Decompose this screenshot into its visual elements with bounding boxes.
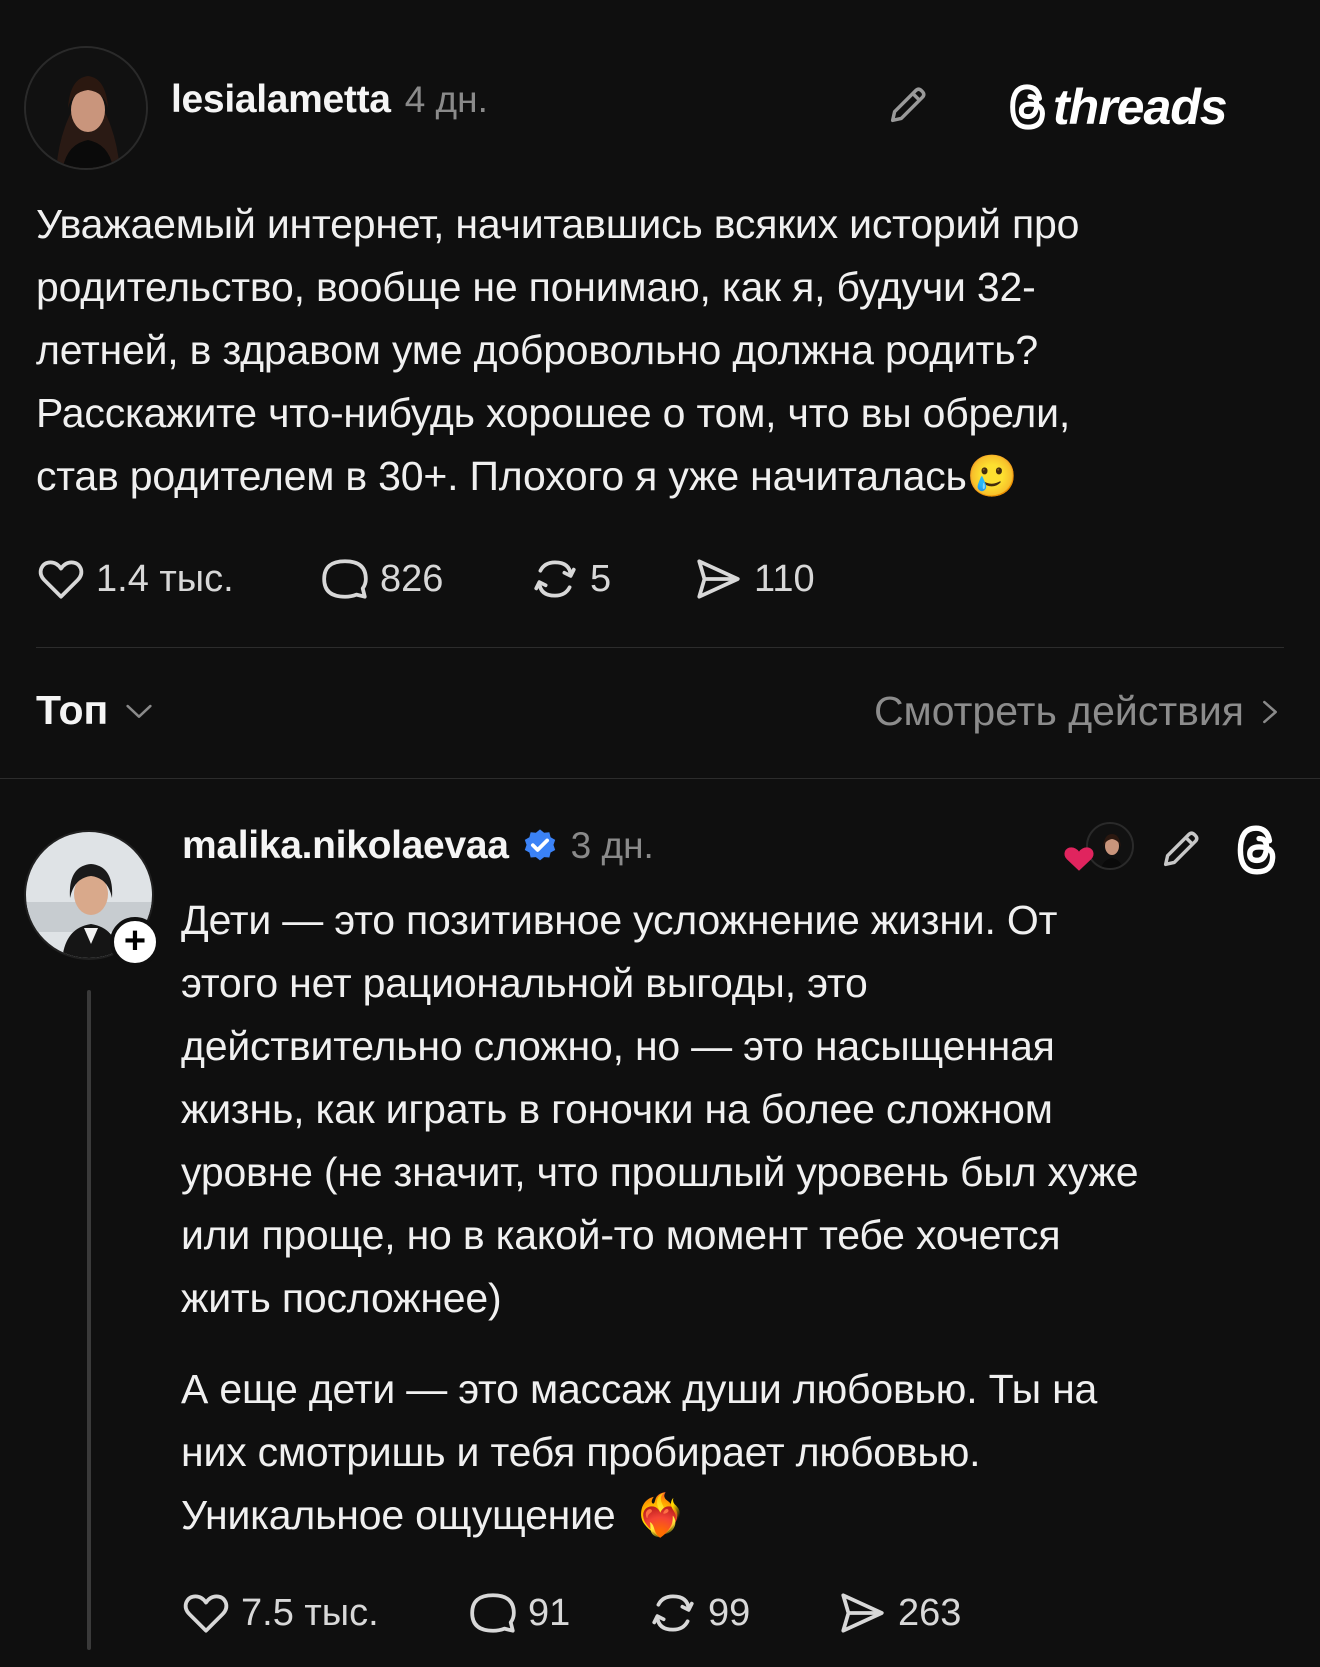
comment-count: 826 bbox=[380, 557, 444, 600]
post-divider bbox=[36, 647, 1284, 648]
threads-logo: threads bbox=[1005, 78, 1228, 136]
like-button[interactable]: 1.4 тыс. bbox=[36, 554, 234, 604]
reply-comment-count: 91 bbox=[528, 1591, 571, 1634]
post-line-last: став родителем в 30+. Плохого я уже начи… bbox=[36, 445, 1286, 508]
reply-line: уровне (не значит, что прошлый уровень б… bbox=[181, 1149, 1139, 1195]
post-body: Уважаемый интернет, начитавшись всяких и… bbox=[36, 193, 1286, 508]
reply-repost-count: 99 bbox=[708, 1591, 751, 1634]
repost-count: 5 bbox=[590, 557, 612, 600]
crying-smile-emoji: 🥲 bbox=[966, 453, 1018, 499]
reply-share-count: 263 bbox=[898, 1591, 962, 1634]
plus-icon: + bbox=[123, 919, 147, 962]
comment-icon bbox=[322, 559, 368, 599]
author-liked-indicator bbox=[1062, 822, 1136, 874]
post-line: родительство, вообще не понимаю, как я, … bbox=[36, 264, 1036, 310]
share-count: 110 bbox=[754, 557, 815, 600]
heart-icon bbox=[1064, 847, 1094, 871]
repost-button[interactable]: 5 bbox=[530, 554, 611, 604]
pencil-icon[interactable] bbox=[885, 82, 931, 133]
reply-line: этого нет рациональной выгоды, это bbox=[181, 960, 868, 1006]
heart-on-fire-emoji: ❤️‍🔥 bbox=[634, 1492, 686, 1538]
brand-name: threads bbox=[1053, 79, 1228, 135]
reply-line: них смотришь и тебя пробирает любовью. bbox=[181, 1429, 981, 1475]
heart-icon bbox=[183, 1594, 229, 1633]
reply-line: жизнь, как играть в гоночки на более сло… bbox=[181, 1086, 1053, 1132]
reply-body: Дети — это позитивное усложнение жизни. … bbox=[181, 889, 1301, 1330]
heart-icon bbox=[38, 560, 84, 599]
reply-line: Дети — это позитивное усложнение жизни. … bbox=[181, 897, 1058, 943]
threads-logo-icon bbox=[1232, 822, 1282, 883]
post-line: Уважаемый интернет, начитавшись всяких и… bbox=[36, 201, 1080, 247]
post-time: 4 дн. bbox=[404, 79, 488, 120]
thread-line bbox=[87, 990, 91, 1650]
threads-logo-icon bbox=[1010, 84, 1045, 130]
reply-line: действительно сложно, но — это насыщенна… bbox=[181, 1023, 1055, 1069]
reply-line: А еще дети — это массаж души любовью. Ты… bbox=[181, 1366, 1098, 1412]
pencil-icon[interactable] bbox=[1158, 826, 1204, 877]
verified-badge-icon bbox=[524, 829, 555, 861]
sort-dropdown[interactable]: Топ bbox=[36, 687, 156, 734]
section-divider bbox=[0, 778, 1320, 779]
reply-share-button[interactable]: 263 bbox=[836, 1588, 961, 1638]
post-line: став родителем в 30+. Плохого я уже начи… bbox=[36, 453, 967, 499]
view-activity-link[interactable]: Смотреть действия bbox=[874, 688, 1284, 735]
reply-like-count: 7.5 тыс. bbox=[241, 1591, 379, 1634]
post-line: Расскажите что-нибудь хорошее о том, что… bbox=[36, 390, 1071, 436]
chevron-down-icon bbox=[126, 704, 152, 718]
like-count: 1.4 тыс. bbox=[96, 557, 234, 600]
reply-username[interactable]: malika.nikolaevaa bbox=[182, 824, 509, 868]
share-button[interactable]: 110 bbox=[692, 554, 815, 604]
reply-line: или проще, но в какой-то момент тебе хоч… bbox=[181, 1212, 1061, 1258]
repost-icon bbox=[652, 1594, 694, 1632]
reply-time: 3 дн. bbox=[570, 825, 654, 866]
portrait-image bbox=[26, 48, 146, 168]
comment-button[interactable]: 826 bbox=[320, 554, 443, 604]
reply-body-paragraph-2: А еще дети — это массаж души любовью. Ты… bbox=[181, 1358, 1301, 1547]
reply-line-last: Уникальное ощущение ❤️‍🔥 bbox=[181, 1484, 1301, 1547]
view-activity-label: Смотреть действия bbox=[873, 688, 1244, 734]
repost-icon bbox=[534, 560, 576, 598]
share-icon bbox=[841, 1593, 884, 1633]
reply-line: Уникальное ощущение bbox=[181, 1492, 616, 1538]
author-username[interactable]: lesialametta bbox=[171, 78, 391, 122]
post-line: летней, в здравом уме добровольно должна… bbox=[36, 327, 1039, 373]
share-icon bbox=[697, 559, 740, 599]
follow-button[interactable]: + bbox=[110, 917, 160, 967]
reply-line: жить посложнее) bbox=[181, 1275, 502, 1321]
reply-repost-button[interactable]: 99 bbox=[648, 1588, 750, 1638]
author-avatar[interactable] bbox=[24, 46, 148, 170]
reply-comment-button[interactable]: 91 bbox=[468, 1588, 570, 1638]
comment-icon bbox=[470, 1593, 516, 1633]
sort-label: Топ bbox=[36, 687, 109, 733]
chevron-right-icon bbox=[1263, 700, 1277, 723]
reply-like-button[interactable]: 7.5 тыс. bbox=[181, 1588, 379, 1638]
